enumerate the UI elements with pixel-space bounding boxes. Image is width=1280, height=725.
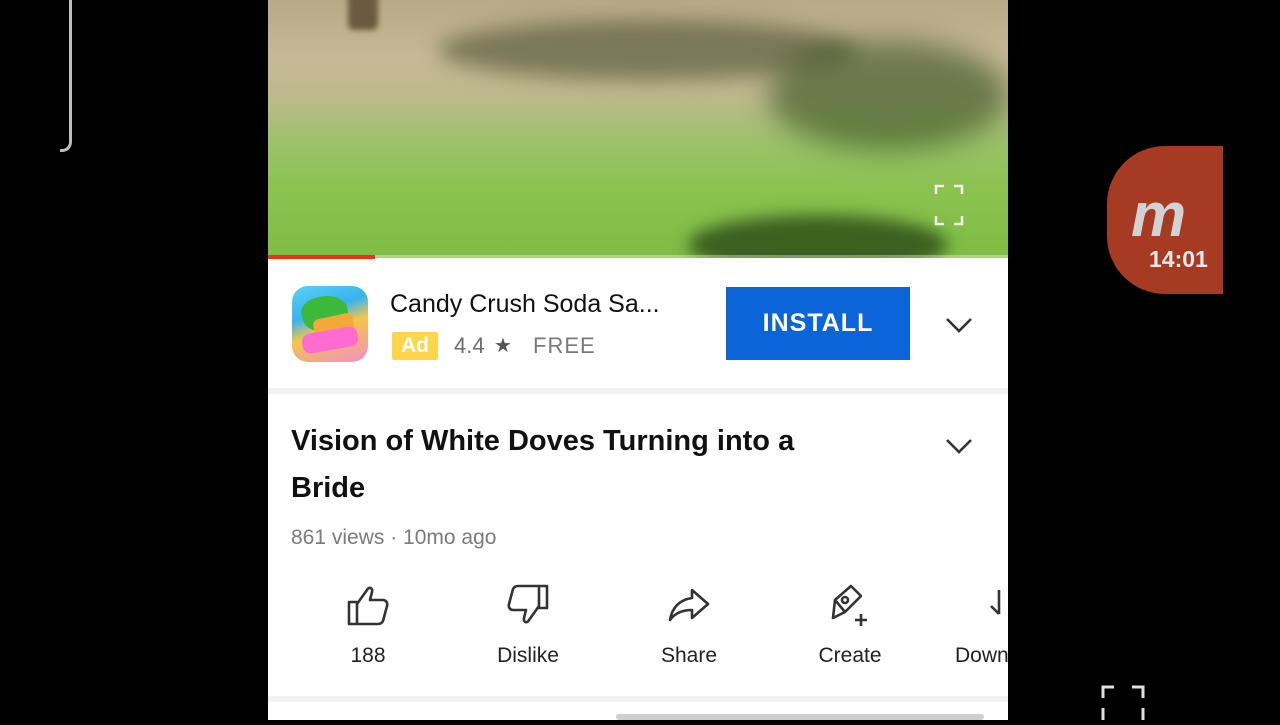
- thumbs-up-icon: [343, 580, 393, 630]
- create-icon: [825, 580, 875, 630]
- scroll-indicator: [616, 714, 984, 720]
- download-button[interactable]: Down: [949, 580, 1008, 680]
- dislike-label: Dislike: [497, 644, 559, 667]
- phone-screen: Candy Crush Soda Sa... Ad 4.4 ★ FREE INS…: [268, 0, 1008, 720]
- like-count: 188: [350, 644, 386, 667]
- share-button[interactable]: Share: [629, 580, 749, 680]
- ad-banner[interactable]: Candy Crush Soda Sa... Ad 4.4 ★ FREE INS…: [268, 262, 1008, 388]
- ad-app-title[interactable]: Candy Crush Soda Sa...: [390, 290, 660, 319]
- video-progress-fill: [268, 255, 376, 259]
- create-button[interactable]: Create: [790, 580, 910, 680]
- create-label: Create: [818, 644, 882, 667]
- ad-price: FREE: [533, 333, 596, 358]
- left-edge-mark: [60, 0, 72, 152]
- download-label: Down: [955, 644, 1008, 667]
- action-bar: 188 Dislike Share Create Down: [268, 580, 1008, 680]
- thumbs-down-icon: [503, 580, 553, 630]
- ad-rating: 4.4: [454, 333, 485, 358]
- video-frame-shadow: [688, 215, 948, 258]
- ad-badge: Ad: [392, 332, 438, 360]
- video-player[interactable]: [268, 0, 1008, 258]
- description-expand-chevron-down-icon[interactable]: [944, 437, 974, 455]
- video-title[interactable]: Vision of White Doves Turning into a Bri…: [291, 418, 851, 512]
- share-label: Share: [660, 644, 718, 667]
- ad-expand-chevron-down-icon[interactable]: [944, 316, 974, 334]
- video-frame-shadow: [768, 40, 1008, 150]
- divider: [268, 388, 1008, 394]
- expand-icon[interactable]: [1100, 684, 1146, 720]
- dislike-button[interactable]: Dislike: [468, 580, 588, 680]
- video-frame-tree: [348, 0, 378, 30]
- recorder-time: 14:01: [1149, 246, 1208, 272]
- install-button[interactable]: INSTALL: [726, 287, 910, 360]
- star-icon: ★: [494, 335, 512, 357]
- screen-recorder-widget[interactable]: m 14:01: [1107, 146, 1223, 294]
- fullscreen-icon[interactable]: [934, 184, 964, 226]
- candy-crush-app-icon[interactable]: [292, 286, 368, 362]
- download-icon: [987, 580, 1008, 630]
- video-progress-bar[interactable]: [268, 255, 1008, 259]
- video-meta: 861 views · 10mo ago: [291, 526, 497, 549]
- like-button[interactable]: 188: [308, 580, 428, 680]
- recorder-logo-icon: m: [1131, 181, 1186, 250]
- share-icon: [664, 580, 714, 630]
- divider: [268, 696, 1008, 702]
